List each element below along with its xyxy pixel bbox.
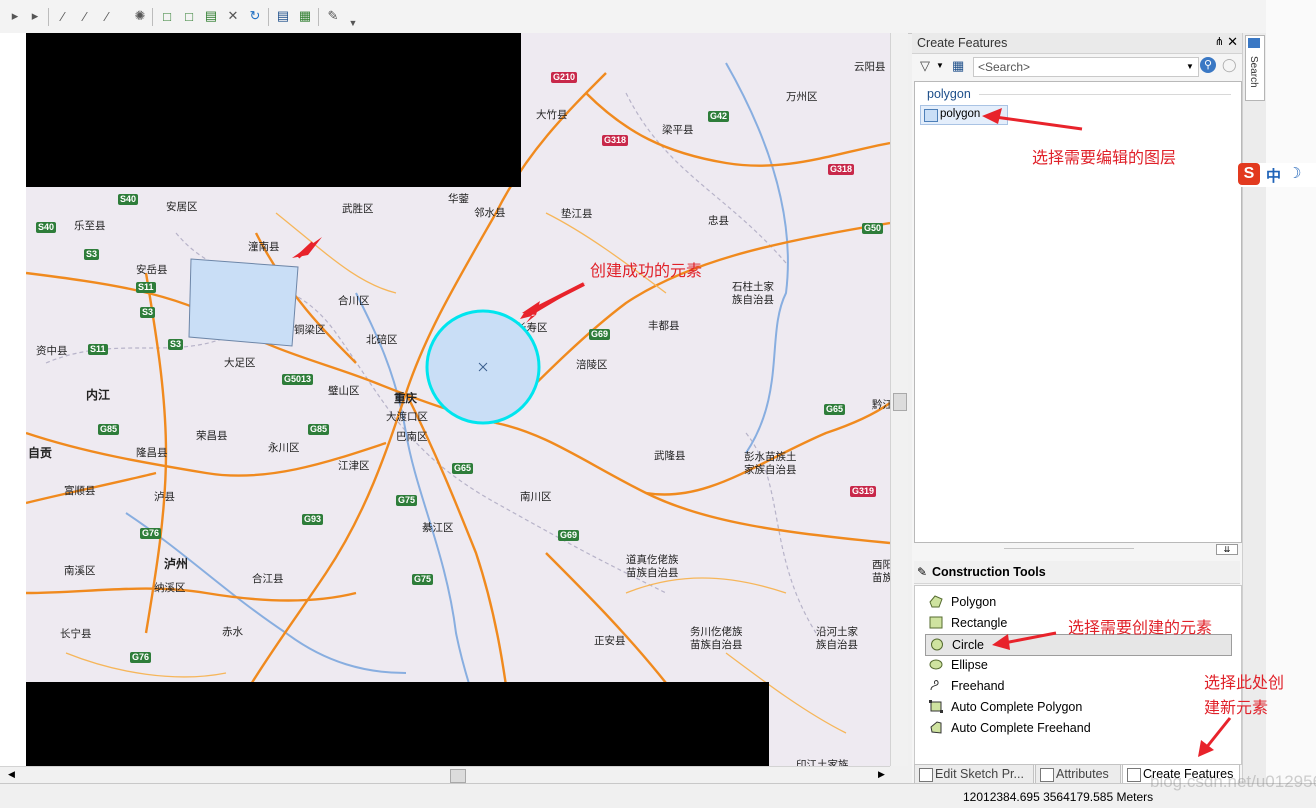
tool-auto-complete-freehand[interactable]: Auto Complete Freehand bbox=[925, 718, 1230, 738]
rectangle-tool-icon bbox=[929, 616, 943, 629]
edit-overlay bbox=[188, 237, 586, 425]
organize-templates-icon[interactable]: ▦ bbox=[952, 58, 964, 74]
annotation-select-here-1: 选择此处创 bbox=[1204, 675, 1285, 692]
scroll-left-icon[interactable]: ◀ bbox=[8, 769, 15, 780]
freehand-tool-icon bbox=[930, 680, 939, 691]
toolbar-overflow-icon[interactable]: ▼ bbox=[344, 14, 362, 32]
construction-tools-title: Construction Tools bbox=[932, 565, 1046, 579]
vertical-scroll-thumb[interactable] bbox=[893, 393, 907, 411]
annotation-select-element: 选择需要创建的元素 bbox=[1068, 620, 1213, 637]
ime-language[interactable]: 中 bbox=[1266, 165, 1281, 186]
tool-label: Circle bbox=[952, 638, 984, 652]
edit-tool-icon[interactable]: ▸ bbox=[6, 7, 24, 25]
sketch-properties-icon bbox=[919, 768, 933, 782]
rotate-tool-icon[interactable]: ↻ bbox=[246, 7, 264, 25]
construction-tools-icon: ✎ bbox=[917, 565, 928, 579]
construction-tools-list: Polygon Rectangle Circle Ellipse Freehan… bbox=[914, 585, 1242, 765]
annotation-select-here-2: 建新元素 bbox=[1204, 700, 1269, 717]
trace-tool-icon[interactable]: ∕ bbox=[98, 7, 116, 25]
tab-edit-sketch-properties[interactable]: Edit Sketch Pr... bbox=[914, 764, 1034, 784]
cut-polygons-icon[interactable]: ▤ bbox=[202, 7, 220, 25]
toolbar-separator bbox=[318, 8, 319, 26]
close-icon[interactable]: ✕ bbox=[1227, 34, 1238, 50]
tool-label: Polygon bbox=[951, 595, 997, 609]
sogou-logo: S bbox=[1238, 163, 1260, 185]
end-point-arc-icon[interactable]: ∕ bbox=[76, 7, 94, 25]
tool-auto-complete-polygon[interactable]: Auto Complete Polygon bbox=[925, 697, 1230, 717]
status-bar: 12012384.695 3564179.585 Meters bbox=[0, 783, 1316, 808]
coordinate-readout: 12012384.695 3564179.585 Meters bbox=[963, 790, 1154, 804]
ellipse-tool-icon bbox=[929, 659, 943, 670]
ime-toolbar[interactable]: S 中 ☽ bbox=[1238, 163, 1316, 187]
tool-label: Auto Complete Freehand bbox=[951, 721, 1091, 735]
tool-polygon[interactable]: Polygon bbox=[925, 592, 1230, 612]
pin-icon[interactable]: ⋔ bbox=[1215, 35, 1224, 48]
annotation-arrow bbox=[528, 282, 585, 314]
circle-tool-icon bbox=[931, 638, 943, 651]
tab-label: Edit Sketch Pr... bbox=[935, 767, 1024, 781]
auto-complete-freehand-icon bbox=[930, 721, 942, 734]
editor-toolbar: ▸ ▸ ∕ ∕ ∕ ✺ □ □ ▤ ✕ ↻ ▤ ▦ ✎ ▼ bbox=[0, 0, 1316, 34]
tool-label: Rectangle bbox=[951, 616, 1008, 630]
template-search-row: ▽ ▼ ▦ <Search> ▼ ⚲ ◯ bbox=[914, 55, 1240, 79]
attributes-icon[interactable]: ▤ bbox=[274, 7, 292, 25]
point-tool-icon[interactable]: ✺ bbox=[131, 7, 149, 25]
map-view[interactable]: 云阳县 万州区 大竹县 梁平县 安居区 乐至县 武胜区 华蓥 邻水县 垫江县 忠… bbox=[26, 33, 890, 766]
create-features-icon bbox=[1127, 768, 1141, 782]
horizontal-scroll-thumb[interactable] bbox=[450, 769, 466, 783]
map-left-margin bbox=[0, 33, 26, 766]
auto-complete-polygon-icon bbox=[929, 700, 943, 713]
tab-attributes[interactable]: Attributes bbox=[1035, 764, 1121, 784]
edit-annotation-tool-icon[interactable]: ▸ bbox=[26, 7, 44, 25]
map-horizontal-scrollbar[interactable]: ◀ ▶ bbox=[0, 766, 890, 784]
pane-splitter[interactable]: ⇊ bbox=[914, 544, 1240, 555]
tool-ellipse[interactable]: Ellipse bbox=[925, 655, 1230, 675]
filter-dropdown-icon[interactable]: ▼ bbox=[936, 61, 944, 70]
construction-tools-header: ✎ Construction Tools bbox=[914, 561, 1240, 584]
polygon-feature[interactable] bbox=[188, 258, 299, 347]
polygon-tool-icon bbox=[929, 595, 943, 608]
tool-label: Freehand bbox=[951, 679, 1005, 693]
map-vertical-scrollbar[interactable] bbox=[890, 33, 908, 766]
tab-label: Attributes bbox=[1056, 767, 1109, 781]
toolbar-separator bbox=[268, 8, 269, 26]
annotation-created-element: 创建成功的元素 bbox=[590, 263, 703, 280]
search-window-icon bbox=[1248, 38, 1260, 48]
tool-label: Auto Complete Polygon bbox=[951, 700, 1083, 714]
toolbar-separator bbox=[48, 8, 49, 26]
panel-title: Create Features bbox=[917, 36, 1008, 50]
group-divider bbox=[979, 94, 1231, 95]
split-tool-icon[interactable]: ✕ bbox=[224, 7, 242, 25]
filter-icon[interactable]: ▽ bbox=[920, 58, 930, 74]
template-group-label: polygon bbox=[927, 87, 971, 101]
template-search-input[interactable]: <Search> bbox=[973, 57, 1199, 77]
moon-icon[interactable]: ☽ bbox=[1288, 164, 1301, 182]
straight-segment-icon[interactable]: ∕ bbox=[54, 7, 72, 25]
toolbar-separator bbox=[152, 8, 153, 26]
reshape-feature-icon[interactable]: □ bbox=[180, 7, 198, 25]
panel-title-bar: Create Features ⋔ ✕ bbox=[912, 33, 1242, 54]
sketch-properties-icon[interactable]: ▦ bbox=[296, 7, 314, 25]
tool-freehand[interactable]: Freehand bbox=[925, 676, 1230, 696]
polygon-template-item[interactable]: polygon bbox=[920, 105, 1008, 125]
clear-search-icon[interactable]: ◯ bbox=[1222, 57, 1237, 73]
scroll-right-icon[interactable]: ▶ bbox=[878, 769, 885, 780]
watermark: blog.csdn.net/u012956072 bbox=[1150, 772, 1316, 791]
search-icon[interactable]: ⚲ bbox=[1200, 57, 1216, 73]
search-tab-label: Search bbox=[1248, 56, 1259, 88]
template-label: polygon bbox=[940, 108, 981, 120]
search-dropdown-icon[interactable]: ▼ bbox=[1186, 62, 1194, 71]
tool-label: Ellipse bbox=[951, 658, 988, 672]
collapse-icon[interactable]: ⇊ bbox=[1216, 544, 1238, 555]
polygon-symbol-icon bbox=[924, 109, 938, 122]
attributes-icon bbox=[1040, 768, 1054, 782]
create-features-toolbar-icon[interactable]: ✎ bbox=[324, 7, 342, 25]
edit-vertices-icon[interactable]: □ bbox=[158, 7, 176, 25]
search-window-tab[interactable]: Search bbox=[1245, 35, 1265, 101]
annotation-select-layer: 选择需要编辑的图层 bbox=[1032, 150, 1177, 167]
